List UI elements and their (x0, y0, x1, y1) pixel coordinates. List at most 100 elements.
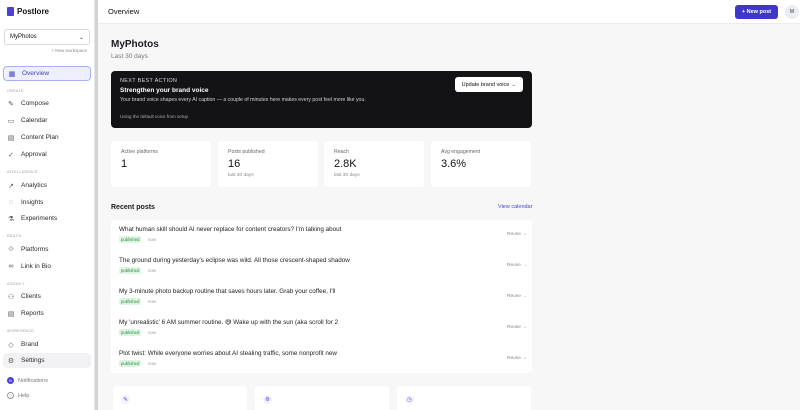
stat-value: 3.6% (441, 158, 467, 170)
sidebar-item-platforms[interactable]: ⟐ Platforms (3, 242, 91, 257)
workspace-select[interactable]: MyPhotos ⌄ (4, 29, 90, 45)
link-icon: ∞ (8, 263, 14, 270)
post-time: now (148, 299, 156, 304)
sidebar-item-label: Reports (21, 310, 44, 317)
post-text: My 'unrealistic' 6 AM summer routine. 😅 … (119, 319, 339, 326)
help-link[interactable]: ? Help (7, 392, 29, 399)
sidebar: Postlore MyPhotos ⌄ + New workspace ▦ Ov… (0, 0, 95, 410)
sidebar-item-content-plan[interactable]: ▤ Content Plan (3, 130, 91, 145)
update-brand-voice-button[interactable]: Update brand voice → (455, 77, 523, 92)
topbar: Overview + New post M (98, 0, 800, 24)
page-subtitle: Last 30 days (111, 53, 148, 60)
stat-card-avg-engagement: Avg engagement 3.6% (431, 141, 531, 187)
status-badge: published (119, 360, 142, 367)
stat-sub: last 30 days (334, 173, 360, 178)
sidebar-item-label: Settings (21, 357, 45, 364)
reuse-button[interactable]: Reuse → (507, 263, 527, 268)
recent-posts-list: What human skill should AI never replace… (111, 220, 532, 373)
sidebar-item-label: Overview (22, 70, 50, 77)
sidebar-item-calendar[interactable]: ▭ Calendar (3, 113, 91, 128)
status-badge: published (119, 236, 142, 243)
section-label-workspace: WORKSPACE (7, 329, 35, 333)
logo-icon (7, 7, 14, 16)
section-label-intelligence: INTELLIGENCE (7, 170, 39, 174)
nba-title: Strengthen your brand voice (120, 87, 209, 94)
new-post-button[interactable]: + New post (735, 5, 778, 19)
avatar[interactable]: M (785, 5, 799, 19)
post-text: My 3-minute photo backup routine that sa… (119, 288, 336, 295)
reuse-button[interactable]: Reuse → (507, 294, 527, 299)
brand-icon: ◇ (8, 341, 14, 349)
stat-label: Active platforms (121, 149, 158, 155)
logo[interactable]: Postlore (7, 7, 49, 16)
stat-label: Avg engagement (441, 149, 481, 155)
reuse-button[interactable]: Reuse → (507, 356, 527, 361)
nba-description: Your brand voice shapes every AI caption… (120, 97, 366, 103)
sidebar-item-approval[interactable]: ✓ Approval (3, 147, 91, 162)
sidebar-item-label: Compose (21, 100, 49, 107)
view-calendar-link[interactable]: View calendar (498, 204, 532, 210)
post-time: now (148, 361, 156, 366)
trend-icon: ↗ (8, 182, 14, 190)
quick-action-card-schedule[interactable]: ◷ (397, 386, 531, 410)
list-item[interactable]: The ground during yesterday's eclipse wa… (111, 251, 532, 282)
sidebar-item-label: Link in Bio (21, 263, 51, 270)
stat-card-active-platforms: Active platforms 1 (111, 141, 211, 187)
section-label-agency: AGENCY (7, 282, 25, 286)
stat-value: 16 (228, 158, 241, 170)
post-text: Plot twist: While everyone worries about… (119, 350, 337, 357)
list-item[interactable]: Plot twist: While everyone worries about… (111, 344, 532, 375)
sidebar-item-compose[interactable]: ✎ Compose (3, 96, 91, 111)
share-icon: ⟐ (8, 245, 14, 253)
list-item[interactable]: What human skill should AI never replace… (111, 220, 532, 251)
sidebar-item-label: Approval (21, 151, 47, 158)
reuse-button[interactable]: Reuse → (507, 232, 527, 237)
sidebar-item-insights[interactable]: ◌ Insights (3, 195, 91, 210)
clock-icon: ◷ (405, 395, 414, 404)
status-badge: published (119, 298, 142, 305)
sidebar-item-clients[interactable]: ⚇ Clients (3, 289, 91, 304)
sidebar-item-reports[interactable]: ▤ Reports (3, 306, 91, 321)
sidebar-item-label: Clients (21, 293, 41, 300)
document-icon: ▤ (7, 134, 15, 142)
workspace-select-value: MyPhotos (10, 34, 37, 40)
list-item[interactable]: My 'unrealistic' 6 AM summer routine. 😅 … (111, 313, 532, 344)
sidebar-item-label: Platforms (21, 246, 49, 253)
lightbulb-icon: ◌ (8, 199, 14, 206)
stat-label: Reach (334, 149, 349, 155)
grid-icon: ▦ (8, 70, 16, 78)
sidebar-item-link-in-bio[interactable]: ∞ Link in Bio (3, 259, 91, 274)
post-time: now (148, 268, 156, 273)
stat-sub: last 30 days (228, 173, 254, 178)
sidebar-item-analytics[interactable]: ↗ Analytics (3, 178, 91, 193)
stat-value: 1 (121, 158, 128, 170)
help-label: Help (18, 392, 30, 399)
nba-note: Using the default voice from setup (120, 114, 189, 119)
sidebar-scrollbar-thumb[interactable] (95, 0, 98, 410)
sidebar-item-experiments[interactable]: ⚗ Experiments (3, 211, 91, 226)
notifications-link[interactable]: N Notifications (7, 377, 48, 384)
report-icon: ▤ (7, 310, 15, 318)
quick-action-card-settings[interactable]: ⚙ (255, 386, 389, 410)
new-workspace-link[interactable]: + New workspace (51, 48, 87, 53)
stat-card-reach: Reach 2.8K last 30 days (324, 141, 424, 187)
post-time: now (148, 330, 156, 335)
app-name: Postlore (17, 7, 50, 16)
gear-icon: ⚙ (263, 395, 272, 404)
sidebar-item-brand[interactable]: ◇ Brand (3, 337, 91, 352)
post-time: now (148, 237, 156, 242)
stat-card-posts-published: Posts published 16 last 30 days (218, 141, 318, 187)
sidebar-item-label: Brand (21, 341, 39, 348)
notifications-label: Notifications (18, 377, 48, 384)
users-icon: ⚇ (7, 293, 15, 301)
stat-value: 2.8K (334, 158, 357, 170)
pen-icon: ✎ (121, 395, 130, 404)
sidebar-item-overview[interactable]: ▦ Overview (3, 66, 91, 81)
quick-action-card-compose[interactable]: ✎ (113, 386, 247, 410)
recent-posts-title: Recent posts (111, 204, 155, 211)
page-title: MyPhotos (111, 39, 159, 50)
list-item[interactable]: My 3-minute photo backup routine that sa… (111, 282, 532, 313)
sidebar-item-settings[interactable]: ⚙ Settings (3, 353, 91, 368)
sidebar-item-label: Calendar (21, 117, 48, 124)
reuse-button[interactable]: Reuse → (507, 325, 527, 330)
